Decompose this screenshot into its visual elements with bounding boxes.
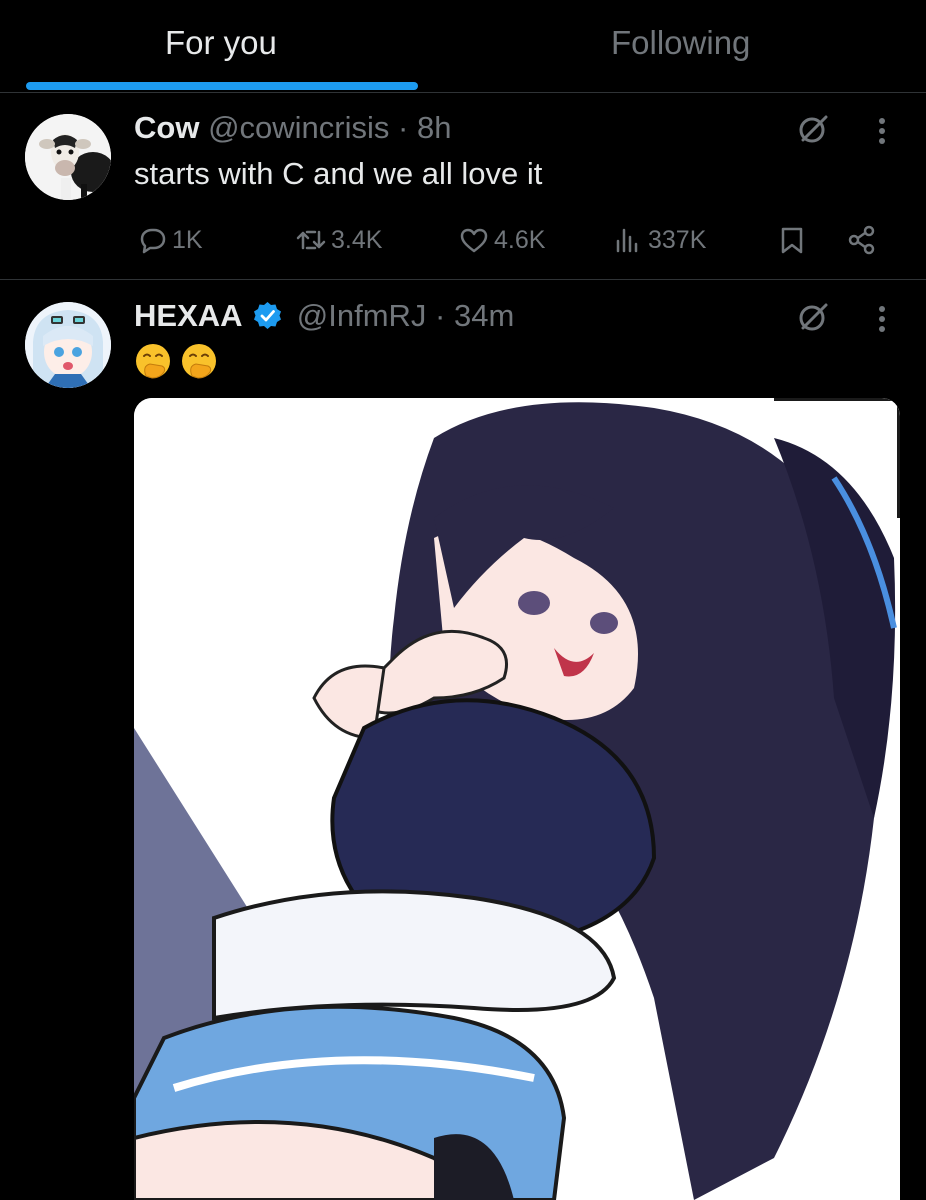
anime-avatar-image [25,302,111,388]
separator-dot: · [435,298,446,333]
handle[interactable]: @cowincrisis [208,110,389,145]
avatar-hexaa[interactable] [25,302,111,388]
bookmark-icon [781,227,803,254]
repost-count: 3.4K [331,225,383,254]
avatar-cow[interactable] [25,114,111,200]
reply-button[interactable]: 1K [136,220,203,260]
views-count: 337K [648,225,707,254]
reply-count: 1K [172,225,203,254]
like-count: 4.6K [494,225,546,254]
post-hexaa[interactable]: HEXAA @InfmRJ · 34m [0,280,926,1200]
like-icon [460,228,488,253]
post-actions: 1K 3.4K 4.6K 337K [0,220,926,260]
face-with-hand-over-mouth-icon [136,344,170,379]
display-name[interactable]: Cow [134,110,199,145]
post-cow[interactable]: Cow @cowincrisis · 8h starts with C and … [0,92,926,280]
views-button[interactable]: 337K [612,220,706,260]
tab-following[interactable]: Following [445,0,926,92]
repost-button[interactable]: 3.4K [295,220,382,260]
grok-icon[interactable] [796,112,830,146]
more-icon[interactable] [870,114,894,148]
views-icon [616,228,638,253]
grok-icon[interactable] [796,300,830,334]
post-time[interactable]: 8h [417,110,451,145]
reply-icon [140,228,166,254]
share-button[interactable] [846,220,882,260]
tab-for-you-label: For you [165,24,277,61]
verified-badge-icon [254,302,282,329]
anime-illustration [134,398,900,1200]
cow-avatar-image [25,114,111,200]
display-name[interactable]: HEXAA [134,298,243,333]
repost-icon [296,230,326,250]
timeline-tabs: For you Following [0,0,926,93]
post-text-emoji [134,342,222,382]
post-header: Cow @cowincrisis · 8h [134,110,451,146]
like-button[interactable]: 4.6K [458,220,545,260]
post-text: starts with C and we all love it [134,156,543,191]
share-icon [848,225,875,255]
post-time[interactable]: 34m [454,298,514,333]
bookmark-button[interactable] [776,220,812,260]
post-media-image[interactable] [134,398,900,1200]
separator-dot: · [398,110,409,145]
face-with-hand-over-mouth-icon [182,344,217,379]
active-tab-indicator [26,82,418,90]
more-icon[interactable] [870,302,894,336]
post-header: HEXAA @InfmRJ · 34m [134,298,514,334]
tab-following-label: Following [611,24,751,61]
handle[interactable]: @InfmRJ [297,298,427,333]
tab-for-you[interactable]: For you [0,0,445,92]
